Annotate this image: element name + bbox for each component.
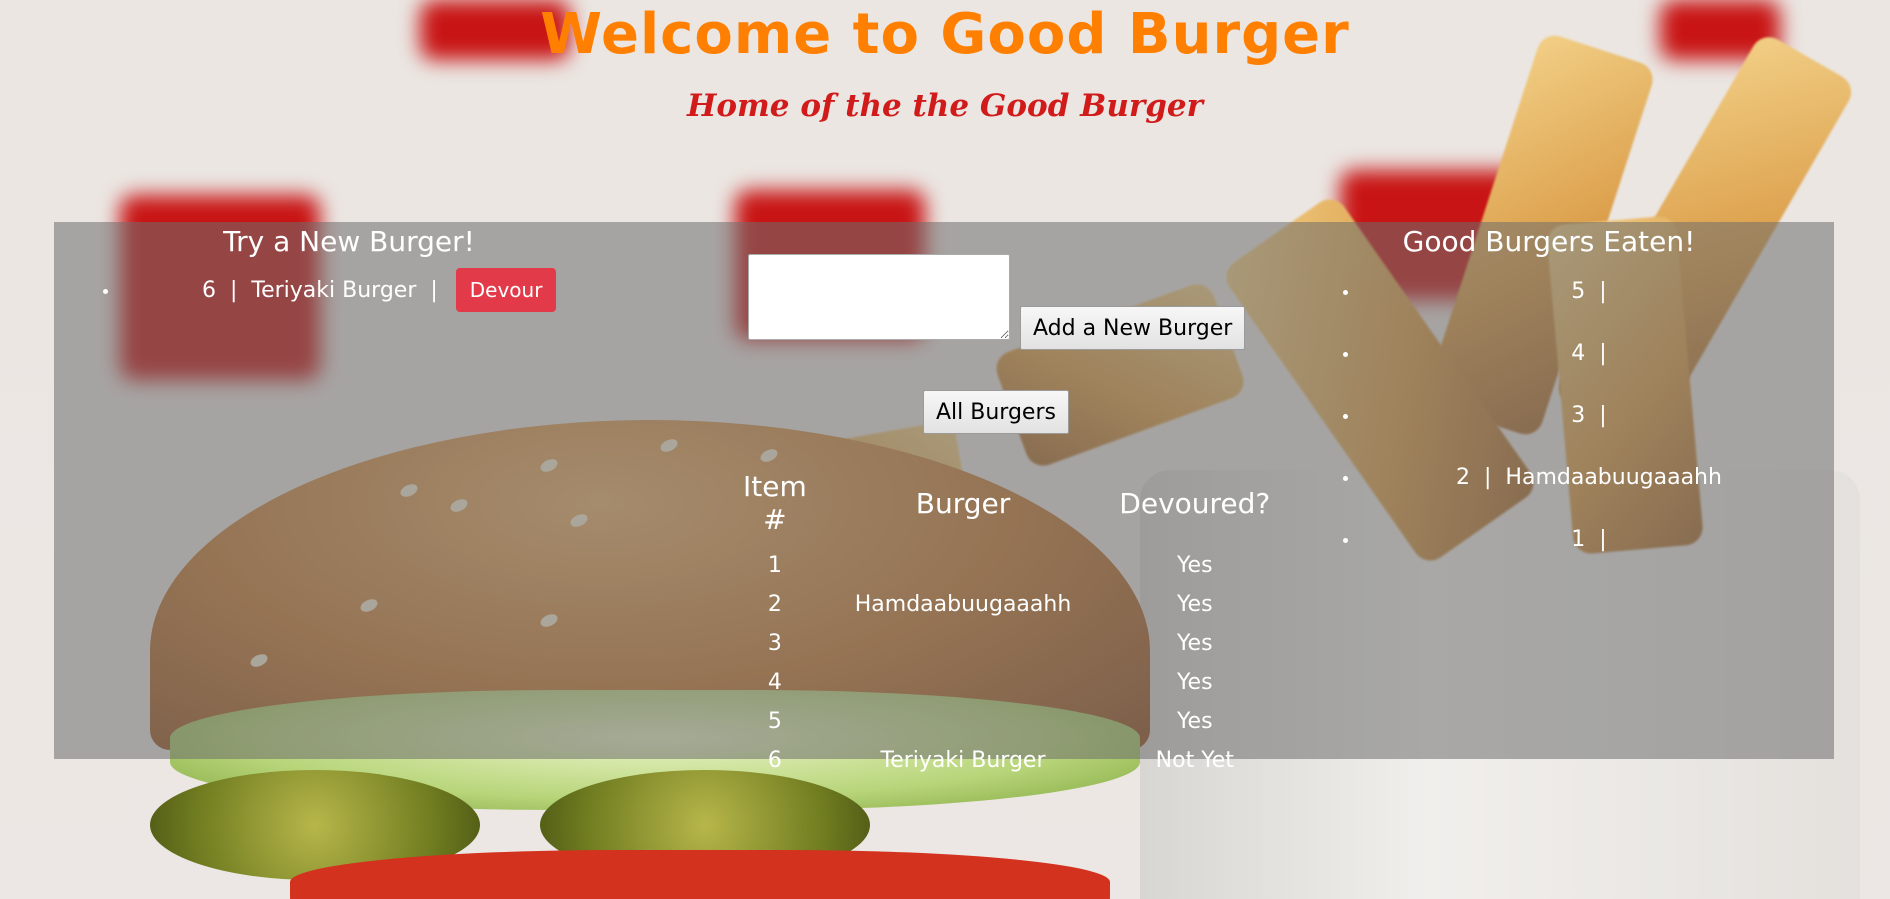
all-burgers-button[interactable]: All Burgers	[923, 390, 1069, 434]
cell-burger-name: Teriyaki Burger	[880, 748, 1046, 773]
list-item: 1 |	[1360, 508, 1834, 570]
eaten-item-text: 1 |	[1571, 526, 1607, 552]
list-item: 6 | Teriyaki Burger | Devour	[120, 260, 644, 320]
cell-item-number: 1	[767, 553, 782, 578]
eaten-item-text: 2 | Hamdaabuugaaahh	[1456, 464, 1722, 490]
eaten-burgers-heading: Good Burgers Eaten!	[1402, 225, 1696, 258]
new-burgers-column: Try a New Burger! 6 | Teriyaki Burger | …	[54, 222, 644, 320]
cell-item-number: 4	[767, 670, 782, 695]
burgers-table: Item # Burger Devoured? 1 Yes 2 Hamdaabu…	[719, 470, 1294, 780]
table-row: 3 Yes	[719, 624, 1294, 663]
table-row: 1 Yes	[719, 546, 1294, 585]
list-item: 4 |	[1360, 322, 1834, 384]
cell-item-number: 3	[767, 631, 782, 656]
table-row: 4 Yes	[719, 663, 1294, 702]
burger-name-input[interactable]	[748, 254, 1010, 340]
burger-item-text: 6 | Teriyaki Burger |	[202, 277, 438, 303]
table-header-row: Item # Burger Devoured?	[719, 470, 1294, 546]
devour-button[interactable]: Devour	[455, 268, 557, 312]
list-item: 5 |	[1360, 260, 1834, 322]
page-subtitle: Home of the the Good Burger	[687, 88, 1203, 124]
eaten-burgers-column: Good Burgers Eaten! 5 | 4 | 3 | 2 | Hamd…	[1264, 222, 1834, 570]
cell-burger-name	[831, 702, 1096, 741]
table-row: 2 Hamdaabuugaaahh Yes	[719, 585, 1294, 624]
column-header-item: Item #	[743, 470, 807, 536]
cell-item-number: 5	[767, 709, 782, 734]
cell-devoured: Yes	[1177, 592, 1213, 617]
add-burger-button[interactable]: Add a New Burger	[1020, 306, 1246, 350]
table-row: 5 Yes	[719, 702, 1294, 741]
burger-panel: Try a New Burger! 6 | Teriyaki Burger | …	[54, 222, 1834, 773]
list-item: 2 | Hamdaabuugaaahh	[1360, 446, 1834, 508]
new-burgers-list: 6 | Teriyaki Burger | Devour	[54, 260, 644, 320]
cell-item-number: 6	[767, 748, 782, 773]
cell-burger-name	[831, 546, 1096, 585]
cell-item-number: 2	[767, 592, 782, 617]
cell-devoured: Yes	[1177, 670, 1213, 695]
list-item: 3 |	[1360, 384, 1834, 446]
eaten-item-text: 5 |	[1571, 278, 1607, 304]
eaten-item-text: 3 |	[1571, 402, 1607, 428]
cell-devoured: Not Yet	[1155, 748, 1234, 773]
cell-burger-name: Hamdaabuugaaahh	[854, 592, 1072, 617]
page-title: Welcome to Good Burger	[540, 2, 1350, 67]
cell-devoured: Yes	[1177, 631, 1213, 656]
table-row: 6 Teriyaki Burger Not Yet	[719, 741, 1294, 780]
new-burgers-heading: Try a New Burger!	[223, 225, 475, 258]
cell-devoured: Yes	[1177, 709, 1213, 734]
eaten-burgers-list: 5 | 4 | 3 | 2 | Hamdaabuugaaahh 1 |	[1264, 260, 1834, 570]
cell-burger-name	[831, 663, 1096, 702]
eaten-item-text: 4 |	[1571, 340, 1607, 366]
cell-burger-name	[831, 624, 1096, 663]
column-header-burger: Burger	[915, 486, 1011, 520]
